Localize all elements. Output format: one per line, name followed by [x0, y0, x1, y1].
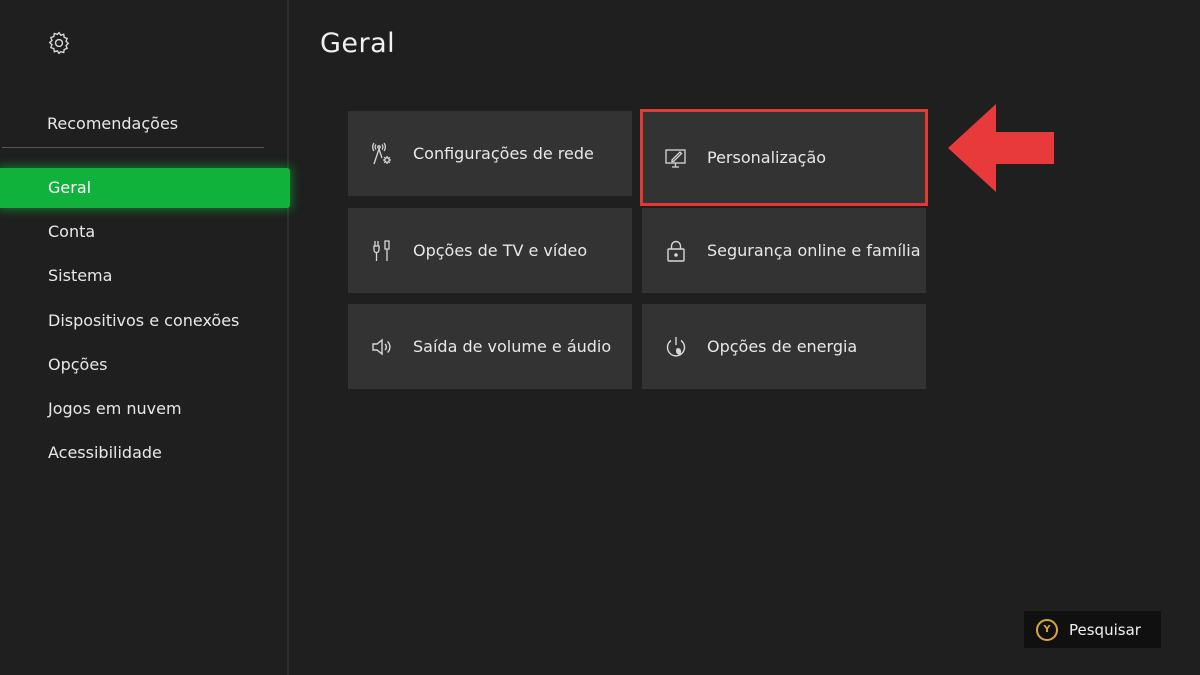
power-icon: [664, 335, 688, 359]
sidebar-divider: [2, 147, 264, 148]
personalization-icon: [664, 146, 688, 170]
tile-network-settings[interactable]: Configurações de rede: [348, 111, 632, 196]
sidebar-item-sistema[interactable]: Sistema: [0, 256, 290, 296]
tile-volume-audio[interactable]: Saída de volume e áudio: [348, 304, 632, 389]
sidebar-item-dispositivos[interactable]: Dispositivos e conexões: [0, 301, 290, 341]
search-button[interactable]: Y Pesquisar: [1024, 611, 1161, 648]
tile-label: Segurança online e família: [707, 241, 921, 260]
recommendations-link[interactable]: Recomendações: [47, 114, 178, 133]
sidebar-item-conta[interactable]: Conta: [0, 212, 290, 252]
sidebar-item-geral[interactable]: Geral: [0, 168, 290, 208]
tile-label: Opções de energia: [707, 337, 858, 356]
page-title: Geral: [320, 28, 396, 59]
tile-label: Opções de TV e vídeo: [413, 241, 588, 260]
sidebar-item-acessibilidade[interactable]: Acessibilidade: [0, 433, 290, 473]
tile-tv-video[interactable]: Opções de TV e vídeo: [348, 208, 632, 293]
tv-video-icon: [370, 239, 394, 263]
sidebar-item-opcoes[interactable]: Opções: [0, 345, 290, 385]
red-arrow-annotation: [948, 104, 1056, 192]
settings-gear-icon: [46, 30, 72, 56]
tile-power-options[interactable]: Opções de energia: [642, 304, 926, 389]
y-button-icon: Y: [1036, 618, 1058, 641]
sidebar-item-jogos-nuvem[interactable]: Jogos em nuvem: [0, 389, 290, 429]
network-settings-icon: [370, 142, 394, 166]
lock-icon: [664, 239, 688, 263]
tile-label: Personalização: [707, 148, 827, 167]
tile-online-safety[interactable]: Segurança online e família: [642, 208, 926, 293]
tile-label: Saída de volume e áudio: [413, 337, 612, 356]
sidebar: Recomendações Geral Conta Sistema Dispos…: [0, 0, 290, 675]
speaker-icon: [370, 335, 394, 359]
tile-label: Configurações de rede: [413, 144, 594, 163]
tile-personalization[interactable]: Personalização: [640, 109, 928, 206]
search-label: Pesquisar: [1069, 620, 1141, 639]
